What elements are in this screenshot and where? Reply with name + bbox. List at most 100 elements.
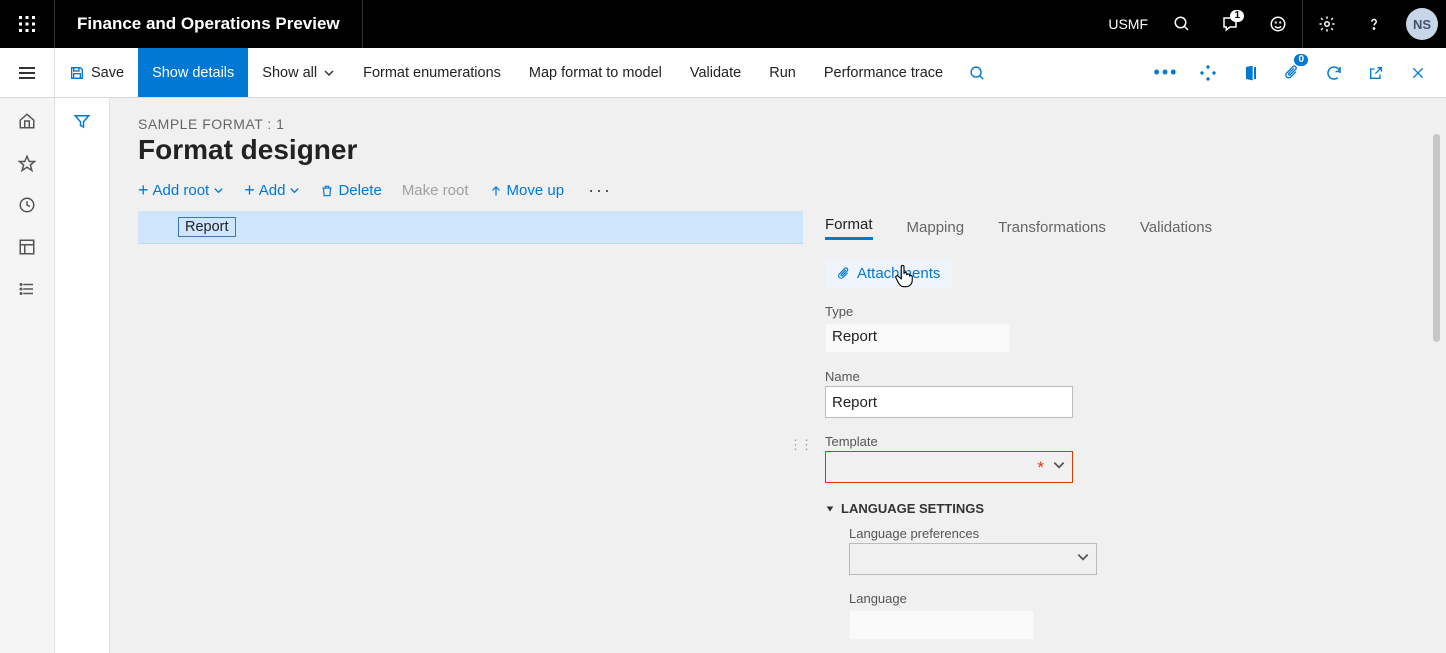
user-avatar-button[interactable]: NS <box>1398 0 1446 48</box>
run-button[interactable]: Run <box>755 48 810 97</box>
overflow-button[interactable]: ••• <box>1146 48 1186 98</box>
list-icon <box>18 280 36 298</box>
toolbar-overflow-button[interactable]: ··· <box>584 180 612 201</box>
plus-icon: + <box>138 180 149 201</box>
home-icon <box>18 112 36 130</box>
format-tree: Report <box>138 211 803 611</box>
template-label: Template <box>825 434 1403 449</box>
open-office-button[interactable] <box>1230 48 1270 98</box>
chevron-down-icon <box>323 67 335 79</box>
add-label: Add <box>259 182 286 199</box>
ellipsis-icon: ••• <box>1154 62 1179 83</box>
tab-validations[interactable]: Validations <box>1140 219 1212 240</box>
required-indicator-icon: * <box>1037 458 1044 478</box>
move-up-label: Move up <box>507 182 565 199</box>
feedback-button[interactable] <box>1254 0 1302 48</box>
language-label: Language <box>849 591 1403 606</box>
name-input[interactable] <box>825 386 1073 418</box>
make-root-label: Make root <box>402 182 469 199</box>
related-info-button[interactable] <box>1188 48 1228 98</box>
format-enum-button[interactable]: Format enumerations <box>349 48 515 97</box>
ellipsis-icon: ··· <box>588 180 612 200</box>
messages-button[interactable]: 1 <box>1206 0 1254 48</box>
filter-button[interactable] <box>73 112 91 653</box>
tree-node-report[interactable]: Report <box>138 211 803 244</box>
settings-button[interactable] <box>1302 0 1350 48</box>
save-label: Save <box>91 65 124 81</box>
nav-toggle-button[interactable] <box>0 48 55 97</box>
grid-panel-icon <box>18 238 36 256</box>
trash-icon <box>320 183 334 199</box>
page-search-button[interactable] <box>957 48 997 98</box>
move-up-button[interactable]: Move up <box>489 182 565 199</box>
tab-mapping[interactable]: Mapping <box>907 219 965 240</box>
close-button[interactable] <box>1398 48 1438 98</box>
delete-label: Delete <box>338 182 381 199</box>
drag-grip-icon[interactable]: ⋮⋮ <box>789 437 811 453</box>
show-all-label: Show all <box>262 65 317 81</box>
scrollbar[interactable] <box>1433 134 1440 342</box>
gear-icon <box>1318 15 1336 33</box>
validate-button[interactable]: Validate <box>676 48 755 97</box>
map-format-button[interactable]: Map format to model <box>515 48 676 97</box>
lang-pref-label: Language preferences <box>849 526 1403 541</box>
content-area: SAMPLE FORMAT : 1 Format designer + Add … <box>110 98 1446 653</box>
nav-favorites[interactable] <box>18 154 36 172</box>
caret-down-icon <box>825 504 835 514</box>
paperclip-icon <box>837 266 851 282</box>
save-button[interactable]: Save <box>55 48 138 97</box>
search-icon <box>1173 15 1191 33</box>
chevron-down-icon <box>1052 458 1066 472</box>
search-icon <box>969 65 986 82</box>
close-icon <box>1410 65 1426 81</box>
plus-icon: + <box>244 180 255 201</box>
main-area: SAMPLE FORMAT : 1 Format designer + Add … <box>0 98 1446 653</box>
properties-panel: Format Mapping Transformations Validatio… <box>803 211 1403 611</box>
popout-button[interactable] <box>1356 48 1396 98</box>
paperclip-icon <box>1284 64 1300 82</box>
breadcrumb: SAMPLE FORMAT : 1 <box>138 116 1422 132</box>
nav-modules[interactable] <box>18 280 36 298</box>
refresh-button[interactable] <box>1314 48 1354 98</box>
app-launcher-button[interactable] <box>0 0 55 48</box>
type-label: Type <box>825 304 1403 319</box>
make-root-button: Make root <box>402 182 469 199</box>
tab-transformations[interactable]: Transformations <box>998 219 1106 240</box>
name-label: Name <box>825 369 1403 384</box>
template-combo[interactable]: * <box>825 451 1073 483</box>
attachments-button[interactable]: Attachments <box>825 259 952 288</box>
lang-pref-combo[interactable] <box>849 543 1097 575</box>
format-toolbar: + Add root + Add Delete Make root Move u… <box>138 180 1422 201</box>
nav-recent[interactable] <box>18 196 36 214</box>
nav-home[interactable] <box>18 112 36 130</box>
type-value: Report <box>825 323 1010 353</box>
arrow-up-icon <box>489 184 503 198</box>
global-search-button[interactable] <box>1158 0 1206 48</box>
help-button[interactable] <box>1350 0 1398 48</box>
hamburger-icon <box>18 66 36 80</box>
refresh-icon <box>1325 64 1343 82</box>
add-button[interactable]: + Add <box>244 180 300 201</box>
language-settings-label: LANGUAGE SETTINGS <box>841 501 984 516</box>
perf-trace-button[interactable]: Performance trace <box>810 48 957 97</box>
diamond-grid-icon <box>1199 64 1217 82</box>
attachments-count-button[interactable]: 0 <box>1272 48 1312 98</box>
chevron-down-icon <box>213 185 224 196</box>
nav-workspaces[interactable] <box>18 238 36 256</box>
delete-button[interactable]: Delete <box>320 182 381 199</box>
add-root-button[interactable]: + Add root <box>138 180 224 201</box>
save-icon <box>69 65 85 81</box>
message-badge: 1 <box>1230 10 1244 22</box>
show-all-button[interactable]: Show all <box>248 48 349 97</box>
show-details-button[interactable]: Show details <box>138 48 248 97</box>
star-icon <box>18 154 36 172</box>
company-picker[interactable]: USMF <box>1098 16 1158 32</box>
left-nav-rail <box>0 98 55 653</box>
tab-format[interactable]: Format <box>825 216 873 240</box>
action-bar: Save Show details Show all Format enumer… <box>0 48 1446 98</box>
smiley-icon <box>1269 15 1287 33</box>
language-settings-header[interactable]: LANGUAGE SETTINGS <box>825 501 1403 516</box>
app-title: Finance and Operations Preview <box>55 0 363 48</box>
waffle-icon <box>18 15 36 33</box>
show-details-label: Show details <box>152 65 234 81</box>
